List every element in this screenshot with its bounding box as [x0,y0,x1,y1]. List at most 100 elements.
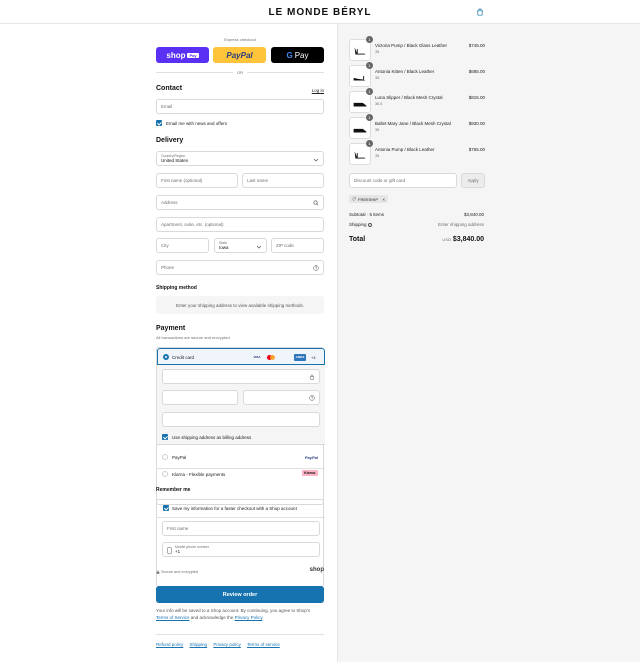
privacy-link[interactable]: Privacy Policy [235,615,263,620]
name-on-card-field[interactable] [162,412,320,427]
security-code-field[interactable] [243,390,320,405]
apply-discount-button[interactable]: Apply [461,173,485,188]
quantity-badge: 1 [366,62,373,69]
review-order-button[interactable]: Review order [156,586,324,603]
phone-field[interactable]: Phone [156,260,324,275]
product-variant: 35 [375,154,380,158]
express-checkout-label: Express checkout [224,37,256,42]
product-variant: 36.5 [375,102,383,106]
login-link[interactable]: Log in [312,88,324,93]
visa-icon: VISA [253,355,261,359]
mobile-phone-icon [167,547,172,554]
more-cards-count: +4 [311,354,316,360]
state-select[interactable]: State Iowa [214,238,267,253]
credit-card-radio[interactable] [163,354,169,360]
zip-field[interactable]: ZIP code [271,238,324,253]
klarna-option-label[interactable]: Klarna - Flexible payments [172,472,225,477]
product-name: Ballet Mary Jane / Black Mesh Crystal [375,121,451,126]
tag-icon [352,197,356,201]
cart-item: 1 Ballet Mary Jane / Black Mesh Crystal … [349,114,485,139]
billing-same-label: Use shipping address as billing address [172,434,252,440]
card-number-field[interactable] [162,369,320,384]
note-text: . [262,614,264,620]
quantity-badge: 1 [366,36,373,43]
shop-account-note: Your info will be saved to a Shop accoun… [156,608,316,621]
discount-tag: FREESHIP ✕ [349,195,389,203]
product-price: $745.00 [468,43,485,48]
subtotal-value: $3,840.00 [463,212,484,217]
chevron-down-icon [313,158,319,162]
product-variant: 35 [375,76,380,80]
klarna-radio[interactable] [162,471,168,477]
expiration-date-field[interactable] [162,390,238,405]
email-news-label: Email me with news and offers [166,120,227,126]
billing-same-checkbox[interactable] [162,434,168,440]
mobile-value: +1 [175,549,181,554]
quantity-badge: 1 [366,88,373,95]
shopping-bag-icon[interactable] [476,8,484,16]
product-price: $830.00 [468,121,485,126]
help-circle-icon[interactable] [313,265,319,271]
mobile-phone-field[interactable]: Mobile phone number +1 [162,542,320,557]
discount-code-field[interactable]: Discount code or gift card [349,173,457,188]
help-circle-icon[interactable] [309,395,315,401]
shoe-icon [353,76,366,81]
cart-item: 1 Victoria Pump / Black Glass Leather 35… [349,36,485,61]
shipping-link[interactable]: Shipping [190,642,208,647]
phone-placeholder: Phone [161,265,175,270]
paypal-express-button[interactable]: PayPal [213,47,266,63]
lock-icon [156,570,160,574]
apartment-field[interactable]: Apartment, suite, etc. (optional) [156,217,324,232]
product-name: Luna Slipper / Black Mesh Crystal [375,95,443,100]
payment-options: Credit card VISA AMEX +4 Use shipping ad… [156,347,325,505]
paypal-option-label[interactable]: PayPal [172,455,186,460]
terms-of-service-link[interactable]: Terms of service [247,642,280,647]
currency-code: USD [442,237,451,242]
shop-pay-badge: Pay [187,52,199,58]
card-fields: Use shipping address as billing address [157,365,325,445]
remove-discount-icon[interactable]: ✕ [382,197,385,202]
header: LE MONDE BÉRYL [0,0,640,24]
city-field[interactable]: City [156,238,209,253]
brand-logo[interactable]: LE MONDE BÉRYL [0,7,640,18]
amex-icon: AMEX [294,353,306,361]
remember-first-name-field[interactable]: First name [162,521,320,536]
total-label: Total [349,236,366,243]
paypal-radio[interactable] [162,454,168,460]
google-pay-button[interactable]: G Pay [271,47,324,63]
shipping-method-heading: Shipping method [156,285,197,291]
shoe-icon [354,47,366,55]
footer-links: Refund policy Shipping Privacy policy Te… [156,642,285,647]
save-info-checkbox[interactable] [163,505,169,511]
remember-me-heading: Remember me [156,487,191,493]
address-field[interactable]: Address [156,195,324,210]
email-news-checkbox[interactable] [156,120,162,126]
info-icon[interactable] [367,222,372,227]
credit-card-label: Credit card [172,354,195,360]
terms-link[interactable]: Terms of Service [156,615,190,620]
cart-item: 1 Luna Slipper / Black Mesh Crystal 36.5… [349,88,485,113]
shoe-icon [353,128,367,133]
country-select[interactable]: Country/Region United States [156,151,324,166]
country-value: United States [161,158,189,163]
subtotal-label: Subtotal · 5 items [349,212,385,217]
paypal-logo: PayPal [304,455,318,460]
quantity-badge: 1 [366,114,373,121]
quantity-badge: 1 [366,140,373,147]
refund-policy-link[interactable]: Refund policy [156,642,183,647]
first-name-field[interactable]: First name (optional) [156,173,238,188]
email-field[interactable]: Email [156,99,324,114]
credit-card-option[interactable]: Credit card VISA AMEX +4 [157,348,325,365]
shop-pay-button[interactable]: shop Pay [156,47,209,63]
product-variant: 35 [375,128,380,132]
privacy-policy-link[interactable]: Privacy policy [213,642,241,647]
last-name-field[interactable]: Last name [242,173,324,188]
product-price: $815.00 [468,95,485,100]
chevron-down-icon [256,245,262,249]
note-text: and acknowledge the [190,614,234,620]
total-value: USD $3,840.00 [442,236,484,243]
product-price: $765.00 [468,147,485,152]
klarna-logo: Klarna. [302,470,318,476]
shipping-label-text: Shipping [349,222,367,227]
product-name: Antonia Pump / Black Leather [375,147,435,152]
